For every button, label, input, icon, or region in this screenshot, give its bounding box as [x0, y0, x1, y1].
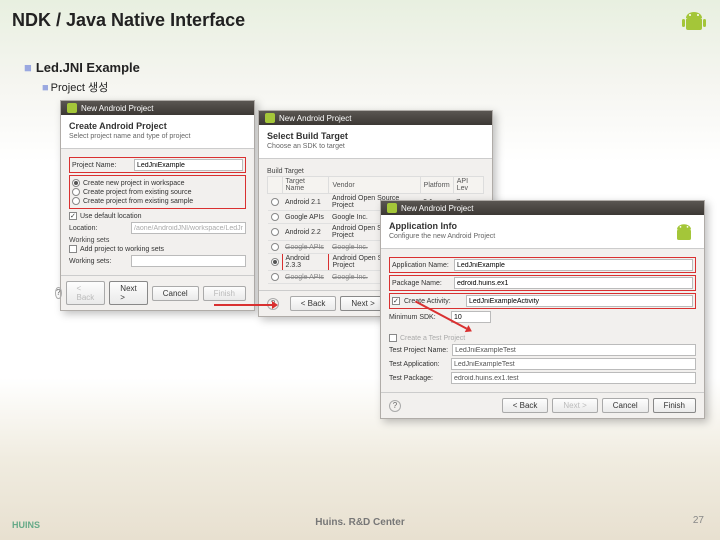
radio-new-project[interactable]: Create new project in workspace [72, 179, 243, 187]
location-input [131, 222, 246, 234]
check-default-location[interactable]: Use default location [69, 212, 246, 220]
test-proj-field: Test Project Name: [389, 344, 696, 356]
dialog-header: Select Build Target Choose an SDK to tar… [259, 125, 492, 159]
radio-label: Create project from existing sample [83, 198, 193, 205]
test-pkg-label: Test Package: [389, 375, 447, 382]
package-label: Package Name: [392, 280, 450, 287]
radio-icon [72, 197, 80, 205]
bullet-1: ■Led.JNI Example [24, 60, 140, 75]
finish-button[interactable]: Finish [203, 286, 246, 301]
check-label: Create a Test Project [400, 335, 465, 342]
checkbox-icon [69, 245, 77, 253]
header-subtitle: Choose an SDK to target [267, 143, 484, 150]
location-label: Location: [69, 225, 127, 232]
test-pkg-input [451, 372, 696, 384]
dialog-header: Create Android Project Select project na… [61, 115, 254, 149]
window-icon [67, 103, 77, 113]
activity-input[interactable] [466, 295, 693, 307]
header-subtitle: Configure the new Android Project [389, 233, 696, 240]
dialog-body: Application Name: Package Name: Create A… [381, 249, 704, 392]
cancel-button[interactable]: Cancel [152, 286, 199, 301]
check-add-working-set[interactable]: Add project to working sets [69, 245, 246, 253]
project-type-group: Create new project in workspace Create p… [69, 175, 246, 209]
next-button[interactable]: Next > [109, 281, 147, 305]
back-button[interactable]: < Back [290, 296, 337, 311]
red-arrow-icon [214, 304, 272, 306]
check-label: Add project to working sets [80, 246, 164, 253]
app-name-field: Application Name: [389, 257, 696, 273]
page-number: 27 [693, 515, 704, 526]
test-pkg-field: Test Package: [389, 372, 696, 384]
test-app-label: Test Application: [389, 361, 447, 368]
package-input[interactable] [454, 277, 693, 289]
help-icon[interactable]: ? [389, 400, 401, 412]
project-name-label: Project Name: [72, 162, 130, 169]
check-create-test[interactable]: Create a Test Project [389, 334, 696, 342]
checkbox-icon [69, 212, 77, 220]
header-subtitle: Select project name and type of project [69, 133, 246, 140]
radio-existing-sample[interactable]: Create project from existing sample [72, 197, 243, 205]
col-name[interactable]: Target Name [282, 177, 329, 194]
check-create-activity[interactable] [392, 297, 400, 305]
app-name-label: Application Name: [392, 262, 450, 269]
footer-text: Huins. R&D Center [0, 517, 720, 528]
window-title: New Android Project [279, 114, 351, 123]
radio-existing-source[interactable]: Create project from existing source [72, 188, 243, 196]
test-proj-label: Test Project Name: [389, 347, 448, 354]
location-field: Location: [69, 222, 246, 234]
content-area: ■Led.JNI Example ■Project 생성 [24, 60, 140, 95]
radio-label: Create new project in workspace [83, 180, 185, 187]
checkbox-icon [389, 334, 397, 342]
working-sets-field: Working sets: [69, 255, 246, 267]
dialog-footer: ? < Back Next > Cancel Finish [381, 392, 704, 418]
package-field: Package Name: [389, 275, 696, 291]
window-title: New Android Project [401, 204, 473, 213]
table-header: Target Name Vendor Platform API Lev [268, 177, 484, 194]
radio-label: Create project from existing source [83, 189, 192, 196]
col-api[interactable]: API Lev [453, 177, 483, 194]
header-title: Application Info [389, 221, 696, 231]
next-button[interactable]: Next > [340, 296, 385, 311]
bullet-2: ■Project 생성 [42, 79, 140, 95]
next-button[interactable]: Next > [552, 398, 597, 413]
project-name-field: Project Name: [69, 157, 246, 173]
col-platform[interactable]: Platform [420, 177, 453, 194]
titlebar[interactable]: New Android Project [381, 201, 704, 215]
slide-title: NDK / Java Native Interface [12, 10, 245, 31]
test-app-input [451, 358, 696, 370]
back-button[interactable]: < Back [502, 398, 549, 413]
build-target-label: Build Target [267, 168, 484, 175]
dialog-body: Project Name: Create new project in work… [61, 149, 254, 275]
app-name-input[interactable] [454, 259, 693, 271]
activity-label: Create Activity: [404, 298, 462, 305]
help-icon[interactable]: ? [55, 287, 61, 299]
test-app-field: Test Application: [389, 358, 696, 370]
radio-icon [72, 179, 80, 187]
android-icon [670, 219, 698, 247]
col-vendor[interactable]: Vendor [329, 177, 420, 194]
checkbox-icon [392, 297, 400, 305]
dialog-create-project: New Android Project Create Android Proje… [60, 100, 255, 311]
header-title: Select Build Target [267, 131, 484, 141]
window-title: New Android Project [81, 104, 153, 113]
ws-input [131, 255, 246, 267]
header-title: Create Android Project [69, 121, 246, 131]
titlebar[interactable]: New Android Project [61, 101, 254, 115]
titlebar[interactable]: New Android Project [259, 111, 492, 125]
activity-field: Create Activity: [389, 293, 696, 309]
ws-label: Working sets: [69, 258, 127, 265]
dialog-header: Application Info Configure the new Andro… [381, 215, 704, 249]
window-icon [265, 113, 275, 123]
check-label: Use default location [80, 213, 141, 220]
android-icon [678, 6, 710, 38]
cancel-button[interactable]: Cancel [602, 398, 649, 413]
back-button[interactable]: < Back [66, 281, 106, 305]
window-icon [387, 203, 397, 213]
minsdk-input[interactable] [451, 311, 491, 323]
test-proj-input [452, 344, 696, 356]
working-sets-label: Working sets [69, 237, 246, 244]
radio-icon [72, 188, 80, 196]
project-name-input[interactable] [134, 159, 243, 171]
finish-button[interactable]: Finish [653, 398, 696, 413]
